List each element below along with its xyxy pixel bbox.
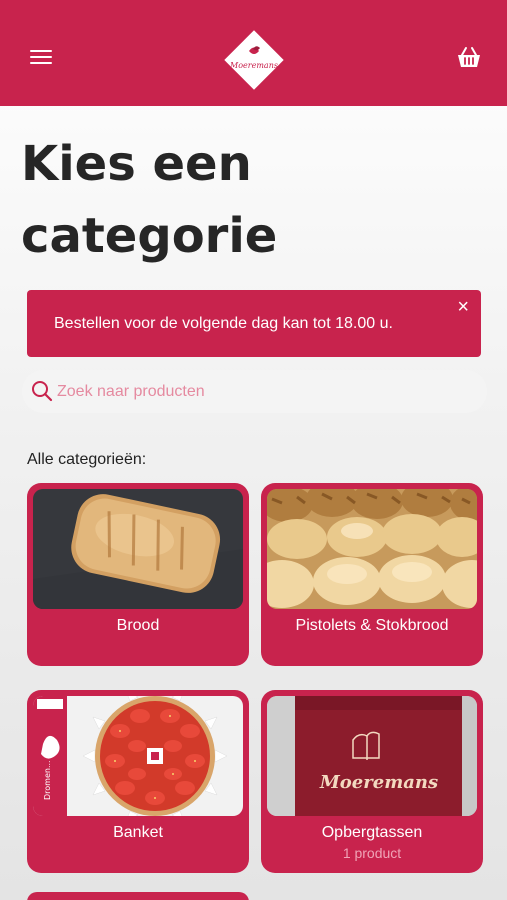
search-bar[interactable] [22,370,487,413]
search-input[interactable] [57,370,467,413]
category-title: Pistolets & Stokbrood [295,617,449,634]
search-icon [31,380,53,402]
page-title: Kies een categorie [21,128,481,272]
order-deadline-banner: Bestellen voor de volgende dag kan tot 1… [27,290,481,357]
category-card-banket[interactable]: Dromen... Banket [27,690,249,873]
app-header: Moeremans [0,0,507,106]
category-card-pistolets[interactable]: Pistolets & Stokbrood [261,483,483,666]
category-image-brood [33,489,243,609]
category-image-banket: Dromen... [33,696,243,816]
basket-icon[interactable] [456,46,482,70]
category-card-brood[interactable]: Brood [27,483,249,666]
banner-text: Bestellen voor de volgende dag kan tot 1… [54,315,393,332]
close-icon[interactable]: × [457,297,469,317]
category-title: Brood [116,617,160,634]
product-count: 1 product [342,845,402,861]
category-title: Banket [113,824,163,841]
category-card-partial[interactable] [27,892,249,900]
category-title: Opbergtassen [321,824,423,841]
page-title-line1: Kies een [21,136,252,192]
category-image-opbergtassen: Moeremans [267,696,477,816]
page-title-line2: categorie [21,208,278,264]
hamburger-icon[interactable] [30,48,52,66]
svg-text:Moeremans: Moeremans [319,772,438,793]
svg-text:Dromen...: Dromen... [43,760,52,800]
svg-text:Moeremans: Moeremans [229,61,278,70]
brand-logo[interactable]: Moeremans [223,29,285,91]
category-card-opbergtassen[interactable]: Moeremans Opbergtassen 1 product [261,690,483,873]
category-image-pistolets [267,489,477,609]
categories-label: Alle categorieën: [27,451,147,468]
